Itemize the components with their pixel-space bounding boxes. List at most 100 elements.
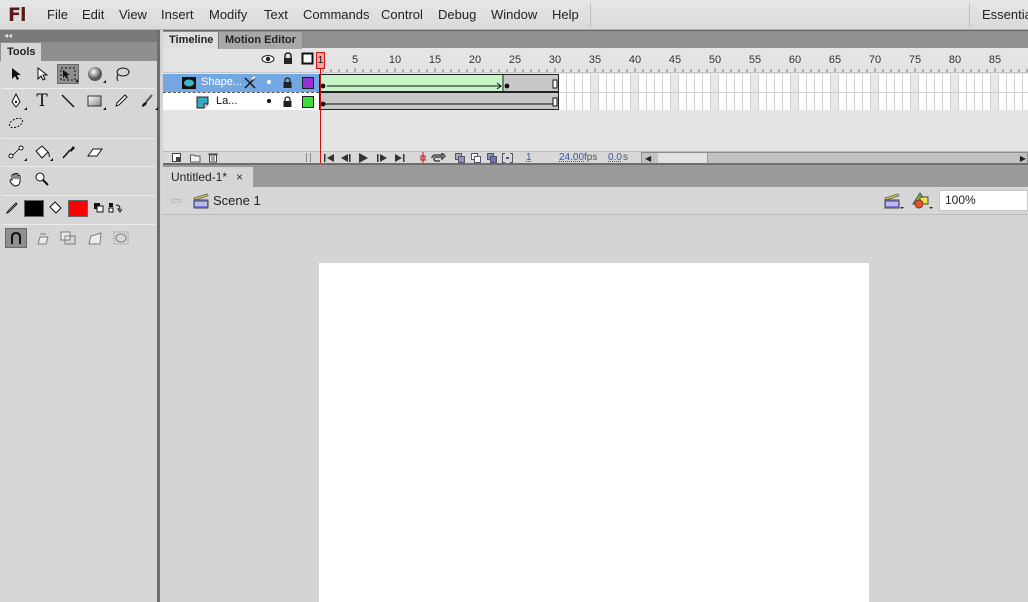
frame-grid[interactable] (319, 74, 1028, 110)
lock-icon[interactable] (282, 52, 294, 65)
eyedropper-tool[interactable] (57, 142, 79, 162)
layer-row-shape[interactable]: Shape... (163, 74, 319, 92)
free-transform-tool[interactable] (57, 64, 79, 84)
menu-file[interactable]: File (47, 7, 68, 22)
onion-skin-outlines-icon[interactable] (471, 153, 482, 163)
trash-icon[interactable] (208, 152, 218, 163)
step-back-icon[interactable] (340, 153, 352, 163)
menu-insert[interactable]: Insert (161, 7, 194, 22)
menu-modify[interactable]: Modify (209, 7, 247, 22)
distort-icon (88, 232, 102, 245)
3d-rotation-tool[interactable] (84, 64, 106, 84)
edit-scene-icon[interactable] (884, 192, 904, 210)
ruler-label: 20 (468, 54, 482, 66)
keyframe-dot[interactable] (320, 101, 326, 107)
paint-bucket-tool[interactable] (31, 142, 53, 162)
menu-commands[interactable]: Commands (303, 7, 369, 22)
bone-tool[interactable] (5, 142, 27, 162)
brush-tool[interactable] (136, 91, 158, 111)
step-forward-icon[interactable] (376, 153, 388, 163)
pencil-tool[interactable] (110, 91, 132, 111)
tab-motion-editor[interactable]: Motion Editor (218, 32, 302, 49)
pen-tool[interactable] (5, 91, 27, 111)
loop-icon[interactable] (430, 153, 446, 163)
zoom-level-field[interactable]: 100% (939, 190, 1028, 211)
layer-color-swatch[interactable] (302, 96, 314, 108)
edit-multiple-frames-icon[interactable] (487, 153, 498, 163)
lock-icon[interactable] (282, 96, 293, 108)
onion-skin-icon[interactable] (455, 153, 466, 163)
layer-name[interactable]: La... (216, 95, 237, 107)
eye-icon[interactable] (261, 53, 275, 65)
keyframe-dot[interactable] (504, 83, 510, 89)
menu-control[interactable]: Control (381, 7, 423, 22)
play-icon[interactable] (358, 153, 368, 163)
back-arrow-icon[interactable]: ⇦ (170, 192, 182, 209)
eraser-tool[interactable] (84, 142, 106, 162)
edit-symbols-icon[interactable] (911, 191, 933, 211)
text-tool[interactable]: T (31, 91, 53, 111)
collapse-panel-button[interactable]: ◂◂ (0, 30, 157, 42)
hand-tool[interactable] (5, 169, 27, 189)
playhead[interactable]: 1 (316, 52, 325, 69)
menu-view[interactable]: View (119, 7, 147, 22)
ruler-label: 55 (748, 54, 762, 66)
scroll-left-arrow-icon[interactable]: ◀ (645, 154, 651, 163)
playhead-line[interactable] (320, 68, 321, 163)
scale-option[interactable] (57, 228, 79, 248)
rotate-skew-option[interactable] (31, 228, 53, 248)
layer-name[interactable]: Shape... (201, 76, 242, 88)
menu-debug[interactable]: Debug (438, 7, 476, 22)
swap-colors-button[interactable] (107, 198, 123, 218)
stage-canvas[interactable] (319, 263, 869, 602)
layer-color-swatch[interactable] (302, 77, 314, 89)
go-to-last-frame-icon[interactable] (394, 153, 406, 163)
modify-onion-markers-icon[interactable] (502, 153, 513, 163)
visibility-dot[interactable] (267, 99, 271, 103)
ruler-label: 35 (588, 54, 602, 66)
pencil-small-icon (5, 202, 18, 215)
lock-icon[interactable] (282, 77, 293, 89)
ruler-label: 5 (351, 54, 359, 66)
go-to-first-frame-icon[interactable] (323, 153, 335, 163)
layer-row-layer[interactable]: La... (163, 92, 319, 110)
close-tab-icon[interactable]: × (236, 167, 243, 187)
fill-color-swatch[interactable] (68, 200, 88, 217)
ruler-label: 75 (908, 54, 922, 66)
selection-tool[interactable] (5, 64, 27, 84)
menu-edit[interactable]: Edit (82, 7, 104, 22)
tools-tab[interactable]: Tools (1, 43, 41, 61)
tab-timeline[interactable]: Timeline (163, 32, 220, 49)
eraser-icon (87, 148, 103, 157)
workspace-switcher[interactable]: Essentials (982, 7, 1028, 22)
document-tab[interactable]: Untitled-1* × (163, 167, 253, 187)
outline-icon[interactable] (301, 52, 314, 65)
snap-to-objects-option[interactable] (5, 228, 27, 248)
scrollbar-thumb[interactable] (658, 153, 708, 163)
shape-tween-span (320, 75, 503, 91)
menu-text[interactable]: Text (264, 7, 288, 22)
new-layer-icon[interactable] (172, 153, 182, 163)
deco-icon (8, 117, 24, 129)
new-folder-icon[interactable] (190, 153, 201, 163)
stage-pasteboard[interactable] (163, 216, 1028, 602)
envelope-option[interactable] (110, 228, 132, 248)
scene-label[interactable]: Scene 1 (213, 193, 261, 208)
line-tool[interactable] (57, 91, 79, 111)
stroke-color-swatch[interactable] (24, 200, 44, 217)
subselection-tool[interactable] (31, 64, 53, 84)
splitter-handle[interactable] (306, 153, 311, 162)
scroll-right-arrow-icon[interactable]: ▶ (1020, 154, 1026, 163)
visibility-dot[interactable] (267, 80, 271, 84)
rectangle-tool[interactable] (84, 91, 106, 111)
distort-option[interactable] (84, 228, 106, 248)
menu-window[interactable]: Window (491, 7, 537, 22)
menu-help[interactable]: Help (552, 7, 579, 22)
zoom-tool[interactable] (31, 169, 53, 189)
deco-tool[interactable] (5, 113, 27, 133)
lasso-tool[interactable] (110, 64, 132, 84)
keyframe-dot[interactable] (320, 83, 326, 89)
eyedropper-icon (62, 146, 75, 159)
black-white-button[interactable] (92, 198, 106, 218)
frames-area[interactable] (319, 74, 1028, 151)
